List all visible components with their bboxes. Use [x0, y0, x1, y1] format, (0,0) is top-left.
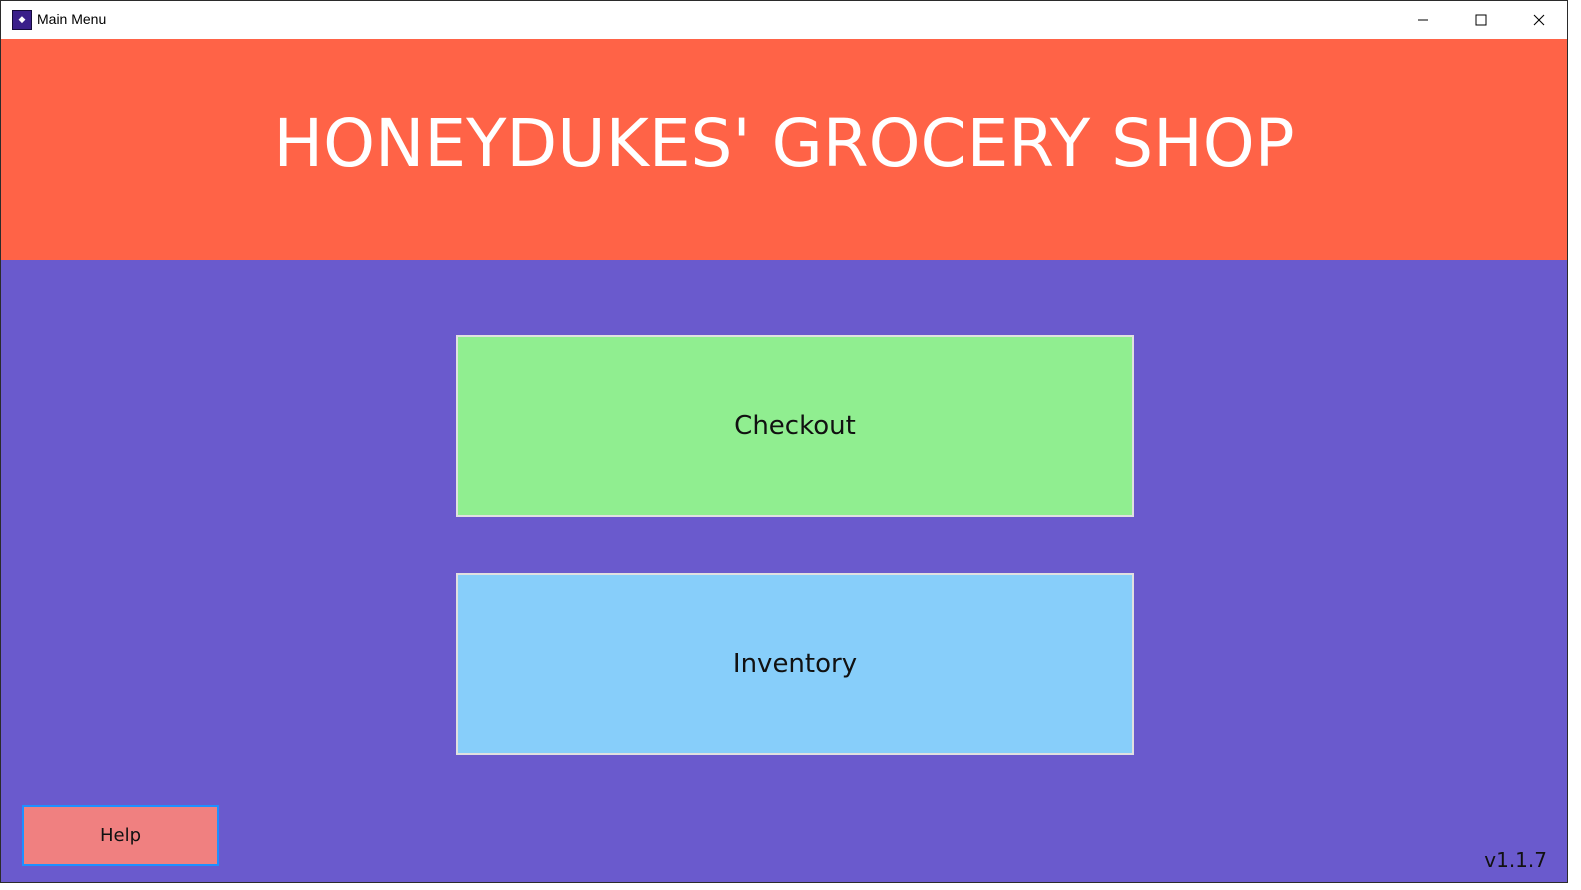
minimize-button[interactable] [1394, 1, 1452, 39]
maximize-button[interactable] [1452, 1, 1510, 39]
shop-title: HONEYDUKES' GROCERY SHOP [273, 105, 1295, 182]
version-label: v1.1.7 [1484, 848, 1547, 872]
window-title: Main Menu [37, 11, 107, 27]
close-icon [1533, 14, 1545, 26]
title-bar[interactable]: ◆ Main Menu [1, 1, 1567, 39]
help-button[interactable]: Help [22, 805, 219, 866]
app-icon: ◆ [12, 10, 32, 30]
inventory-button[interactable]: Inventory [456, 573, 1134, 755]
main-window: ◆ Main Menu HONEYDUKES' GROCERY SHOP Che… [0, 0, 1568, 883]
close-button[interactable] [1510, 1, 1567, 39]
maximize-icon [1475, 14, 1487, 26]
minimize-icon [1418, 19, 1428, 21]
checkout-button[interactable]: Checkout [456, 335, 1134, 517]
header-banner: HONEYDUKES' GROCERY SHOP [1, 39, 1567, 260]
